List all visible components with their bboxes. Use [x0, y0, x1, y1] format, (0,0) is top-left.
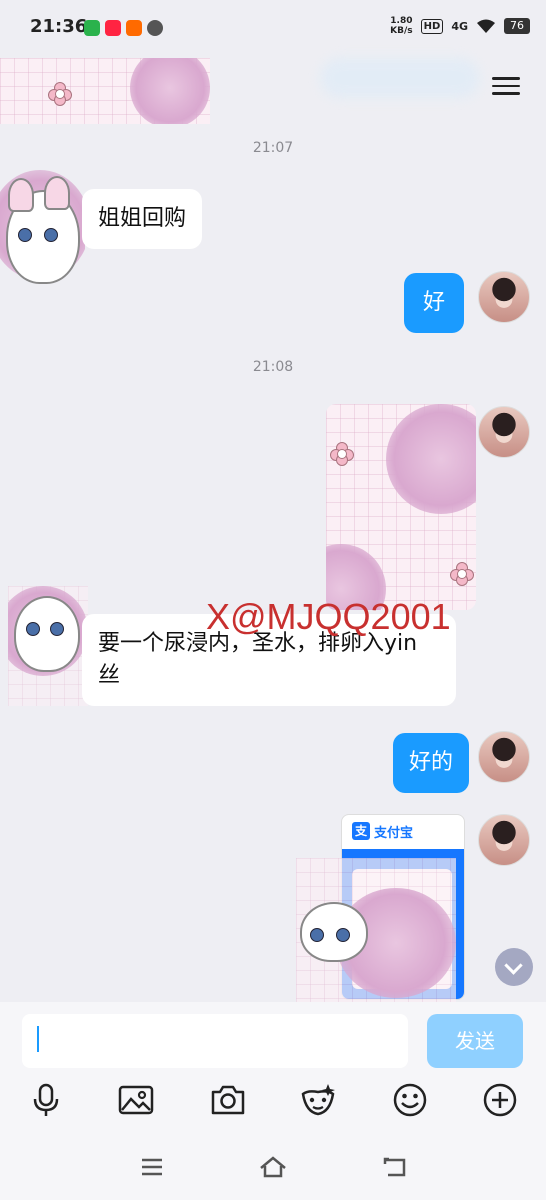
payment-card-header: 支 支付宝	[342, 815, 464, 847]
message-icon	[147, 20, 163, 36]
text-cursor	[37, 1026, 39, 1052]
home-icon[interactable]	[258, 1152, 288, 1182]
camera-icon[interactable]	[208, 1080, 248, 1120]
message-bubble-outgoing[interactable]: 好	[404, 273, 464, 333]
back-icon[interactable]	[380, 1152, 410, 1182]
battery-icon: 76	[504, 18, 530, 34]
payment-brand-name: 支付宝	[374, 825, 414, 841]
message-input[interactable]	[22, 1014, 408, 1068]
recent-apps-icon[interactable]	[137, 1152, 167, 1182]
header-title-blurred	[320, 58, 480, 98]
alipay-icon: 支	[352, 822, 370, 840]
emoji-icon[interactable]	[390, 1080, 430, 1120]
message-bubble-outgoing[interactable]: 好的	[393, 733, 470, 793]
status-app-icons	[84, 20, 163, 36]
message-text-line: 丝	[98, 663, 121, 688]
send-button[interactable]: 发送	[427, 1014, 523, 1068]
app-notification-icon	[105, 20, 121, 36]
microphone-icon[interactable]	[26, 1080, 66, 1120]
sticker-icon[interactable]	[298, 1080, 338, 1120]
my-avatar[interactable]	[478, 406, 530, 458]
signal-icon: 4G	[451, 19, 468, 33]
message-bubble-incoming[interactable]: 姐姐回购	[82, 189, 203, 249]
my-avatar[interactable]	[478, 271, 530, 323]
status-time: 21:36	[30, 16, 88, 37]
image-icon[interactable]	[116, 1080, 156, 1120]
watermark-text: X@MJQQ2001	[206, 596, 451, 637]
status-indicators: 1.80 KB/s HD 4G 76	[390, 16, 530, 36]
menu-icon[interactable]	[492, 72, 520, 100]
my-avatar[interactable]	[478, 731, 530, 783]
my-avatar[interactable]	[478, 814, 530, 866]
cat-sticker	[300, 902, 368, 962]
timestamp: 21:08	[252, 359, 294, 375]
taobao-icon	[126, 20, 142, 36]
input-toolbar	[0, 1080, 546, 1124]
plus-icon[interactable]	[480, 1080, 520, 1120]
cat-sticker	[14, 596, 80, 672]
hd-icon: HD	[420, 18, 444, 34]
wifi-icon	[477, 19, 495, 33]
scroll-to-bottom-button[interactable]	[495, 948, 533, 986]
network-speed: 1.80 KB/s	[390, 16, 413, 36]
sticker-decoration	[0, 58, 210, 124]
system-navigation-bar	[0, 1140, 546, 1200]
app-notification-icon	[84, 20, 100, 36]
cat-sticker	[6, 176, 80, 284]
status-bar: 21:36 1.80 KB/s HD 4G 76	[0, 0, 546, 58]
sent-sticker-image[interactable]	[326, 404, 476, 610]
